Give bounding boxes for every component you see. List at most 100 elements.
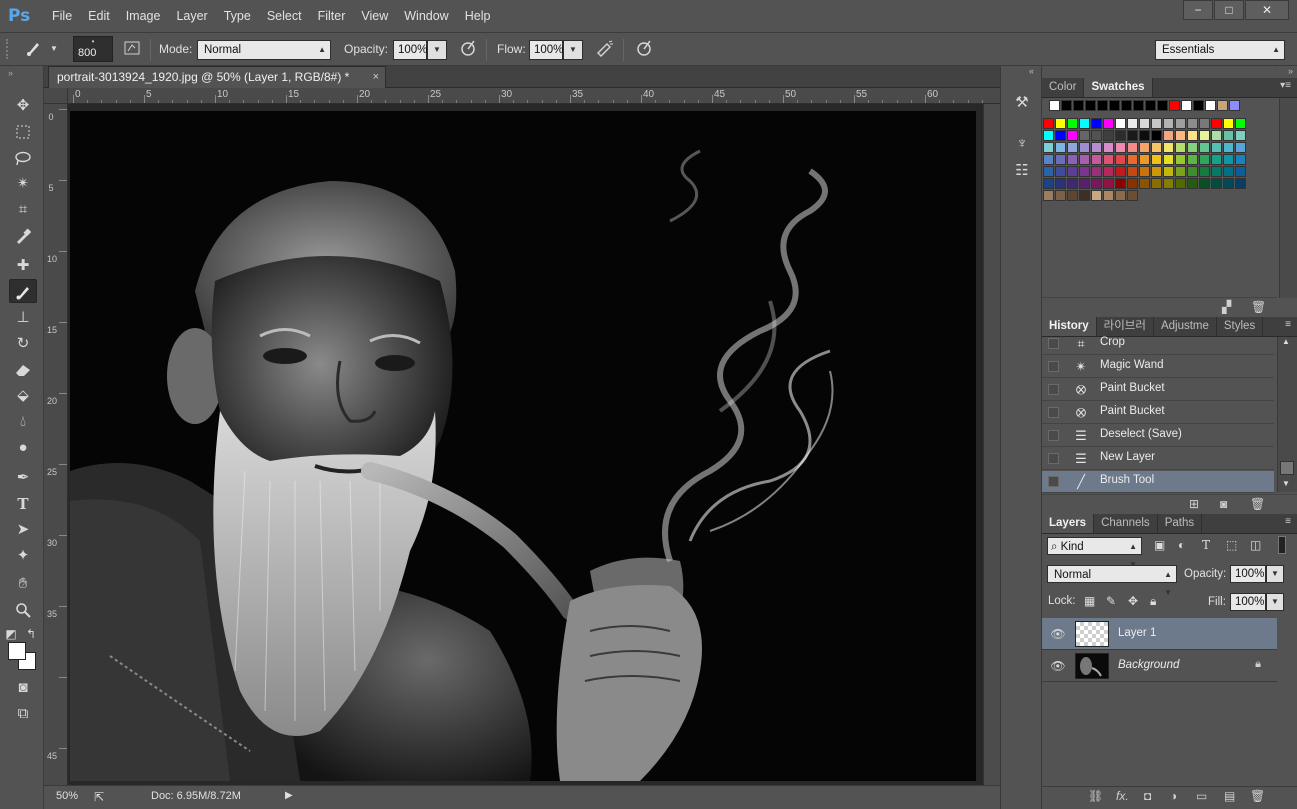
lock-all-icon[interactable]: 🔒︎ bbox=[1150, 594, 1156, 609]
swatch[interactable] bbox=[1235, 118, 1246, 129]
eyedropper-icon[interactable] bbox=[9, 224, 37, 248]
lock-image-icon[interactable]: ✎ bbox=[1106, 594, 1116, 608]
swatch[interactable] bbox=[1235, 142, 1246, 153]
swatch[interactable] bbox=[1187, 178, 1198, 189]
swatch[interactable] bbox=[1163, 130, 1174, 141]
swatch[interactable] bbox=[1067, 142, 1078, 153]
tab-layers[interactable]: Layers bbox=[1042, 514, 1095, 533]
swatch[interactable] bbox=[1223, 118, 1234, 129]
magic-wand-icon[interactable]: ✴ bbox=[9, 172, 37, 196]
swatch[interactable] bbox=[1079, 190, 1090, 201]
healing-brush-icon[interactable]: ✚ bbox=[9, 254, 37, 278]
swatch[interactable] bbox=[1151, 154, 1162, 165]
swatch[interactable] bbox=[1139, 118, 1150, 129]
swatch[interactable] bbox=[1175, 166, 1186, 177]
export-icon[interactable]: ⇱ bbox=[94, 790, 104, 804]
swatch[interactable] bbox=[1199, 178, 1210, 189]
tool-presets-icon[interactable]: ☷ bbox=[1009, 159, 1035, 183]
swatch[interactable] bbox=[1079, 154, 1090, 165]
trash-icon[interactable]: 🗑︎ bbox=[1251, 300, 1266, 314]
canvas-area[interactable] bbox=[68, 104, 1000, 785]
swatch[interactable] bbox=[1235, 154, 1246, 165]
history-source-checkbox[interactable] bbox=[1048, 407, 1059, 418]
swatch[interactable] bbox=[1211, 178, 1222, 189]
paint-bucket-icon[interactable]: ⬙ bbox=[9, 384, 37, 408]
swatch[interactable] bbox=[1223, 130, 1234, 141]
airbrush-icon[interactable] bbox=[593, 39, 617, 59]
pressure-size-icon[interactable] bbox=[632, 39, 656, 59]
menu-filter[interactable]: Filter bbox=[310, 0, 354, 33]
swatch[interactable] bbox=[1055, 142, 1066, 153]
flow-input[interactable]: 100% bbox=[529, 40, 563, 60]
swatch[interactable] bbox=[1139, 154, 1150, 165]
quick-mask-icon[interactable]: ◙ bbox=[9, 676, 37, 700]
filter-adjustment-icon[interactable]: ◐ bbox=[1178, 538, 1185, 552]
swatch[interactable] bbox=[1055, 154, 1066, 165]
pen-tool-icon[interactable]: ✒ bbox=[9, 466, 37, 490]
swatch[interactable] bbox=[1079, 142, 1090, 153]
maximize-button[interactable]: □ bbox=[1214, 0, 1244, 20]
new-swatch-icon[interactable]: ▞ bbox=[1222, 300, 1231, 314]
swatch[interactable] bbox=[1049, 100, 1060, 111]
swatch[interactable] bbox=[1115, 142, 1126, 153]
swatch[interactable] bbox=[1217, 100, 1228, 111]
panel-menu-icon[interactable]: ≡ bbox=[1285, 319, 1291, 330]
document-tab[interactable]: portrait-3013924_1920.jpg @ 50% (Layer 1… bbox=[48, 66, 386, 88]
swatch[interactable] bbox=[1235, 178, 1246, 189]
menu-help[interactable]: Help bbox=[457, 0, 499, 33]
swatch[interactable] bbox=[1175, 178, 1186, 189]
clone-stamp-icon[interactable]: ⊥ bbox=[9, 306, 37, 330]
swatch[interactable] bbox=[1091, 142, 1102, 153]
custom-shape-icon[interactable]: ✦ bbox=[9, 544, 37, 568]
swatch[interactable] bbox=[1127, 190, 1138, 201]
pressure-opacity-icon[interactable] bbox=[456, 39, 480, 59]
swatch[interactable] bbox=[1211, 130, 1222, 141]
history-scroll-thumb[interactable] bbox=[1280, 461, 1294, 475]
swatch[interactable] bbox=[1133, 100, 1144, 111]
history-state[interactable]: ⌗ Crop bbox=[1042, 333, 1274, 355]
swatch[interactable] bbox=[1091, 178, 1102, 189]
swatch[interactable] bbox=[1079, 178, 1090, 189]
swatch[interactable] bbox=[1079, 130, 1090, 141]
scroll-down-icon[interactable]: ▼ bbox=[1282, 479, 1290, 488]
swatch[interactable] bbox=[1085, 100, 1096, 111]
menu-view[interactable]: View bbox=[353, 0, 396, 33]
brush-size-picker[interactable]: • 800 bbox=[73, 36, 113, 62]
path-selection-icon[interactable]: ➤ bbox=[9, 518, 37, 542]
blur-tool-icon[interactable]: 💧︎ bbox=[9, 410, 37, 434]
swatch[interactable] bbox=[1211, 154, 1222, 165]
filter-toggle[interactable] bbox=[1278, 536, 1286, 554]
swatch[interactable] bbox=[1067, 154, 1078, 165]
swatch[interactable] bbox=[1223, 166, 1234, 177]
layer-opacity-input[interactable]: 100% bbox=[1230, 565, 1266, 583]
menu-layer[interactable]: Layer bbox=[168, 0, 215, 33]
swatch[interactable] bbox=[1055, 190, 1066, 201]
swatch[interactable] bbox=[1139, 142, 1150, 153]
swatch[interactable] bbox=[1091, 166, 1102, 177]
layer-style-fx-icon[interactable]: fx. bbox=[1116, 789, 1129, 803]
flow-dropdown-icon[interactable]: ▼ bbox=[563, 40, 583, 60]
eraser-icon[interactable] bbox=[9, 358, 37, 382]
history-state[interactable]: ☰ Deselect (Save) bbox=[1042, 425, 1274, 447]
history-source-checkbox[interactable] bbox=[1048, 384, 1059, 395]
swatch[interactable] bbox=[1103, 166, 1114, 177]
swatch[interactable] bbox=[1043, 118, 1054, 129]
history-brush-icon[interactable]: ↻ bbox=[9, 332, 37, 356]
filter-shape-icon[interactable]: ⬚ bbox=[1226, 538, 1237, 552]
history-source-checkbox[interactable] bbox=[1048, 453, 1059, 464]
swatch[interactable] bbox=[1211, 166, 1222, 177]
filter-pixel-icon[interactable]: ▣ bbox=[1154, 538, 1165, 552]
tab-channels[interactable]: Channels bbox=[1094, 514, 1158, 533]
hand-tool-icon[interactable]: ✋︎ bbox=[9, 572, 37, 596]
visibility-eye-icon[interactable]: 👁︎ bbox=[1050, 626, 1066, 642]
brush-panel-toggle-icon[interactable] bbox=[121, 39, 143, 59]
tab-paths[interactable]: Paths bbox=[1158, 514, 1203, 533]
swatch[interactable] bbox=[1163, 142, 1174, 153]
swatch[interactable] bbox=[1175, 154, 1186, 165]
swatch[interactable] bbox=[1061, 100, 1072, 111]
swatch[interactable] bbox=[1229, 100, 1240, 111]
swatch[interactable] bbox=[1211, 142, 1222, 153]
swatch[interactable] bbox=[1115, 178, 1126, 189]
brush-tool-icon[interactable] bbox=[9, 279, 37, 303]
tools-collapse-icon[interactable]: » bbox=[0, 66, 43, 80]
